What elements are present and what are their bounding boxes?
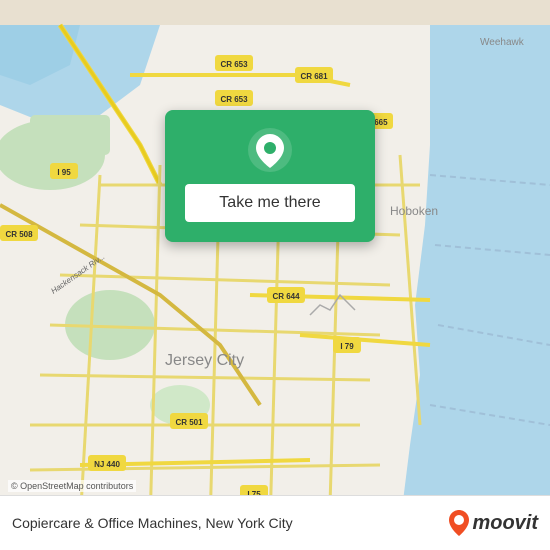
svg-text:CR 653: CR 653 bbox=[220, 60, 248, 69]
take-me-there-button[interactable]: Take me there bbox=[185, 184, 355, 222]
moovit-text: moovit bbox=[472, 512, 538, 535]
moovit-pin-icon bbox=[448, 509, 470, 537]
bottom-bar: Copiercare & Office Machines, New York C… bbox=[0, 495, 550, 550]
moovit-logo: moovit bbox=[448, 509, 538, 537]
svg-text:CR 501: CR 501 bbox=[175, 418, 203, 427]
svg-text:I 95: I 95 bbox=[57, 168, 71, 177]
svg-text:CR 644: CR 644 bbox=[272, 292, 300, 301]
map-container: Hackensack Riv... CR 653 CR 681 CR 653 C… bbox=[0, 0, 550, 550]
svg-text:CR 653: CR 653 bbox=[220, 95, 248, 104]
navigation-card: Take me there bbox=[165, 110, 375, 242]
location-name: Copiercare & Office Machines, New York C… bbox=[12, 515, 448, 531]
svg-text:NJ 440: NJ 440 bbox=[94, 460, 120, 469]
svg-text:I 79: I 79 bbox=[340, 342, 354, 351]
svg-text:Jersey City: Jersey City bbox=[165, 352, 244, 369]
copyright-text: © OpenStreetMap contributors bbox=[8, 480, 136, 492]
svg-text:Weehawk: Weehawk bbox=[480, 37, 525, 48]
map-svg: Hackensack Riv... CR 653 CR 681 CR 653 C… bbox=[0, 0, 550, 550]
location-pin-icon bbox=[246, 126, 294, 174]
svg-text:Hoboken: Hoboken bbox=[390, 204, 438, 218]
svg-text:CR 681: CR 681 bbox=[300, 72, 328, 81]
svg-text:CR 508: CR 508 bbox=[5, 230, 33, 239]
